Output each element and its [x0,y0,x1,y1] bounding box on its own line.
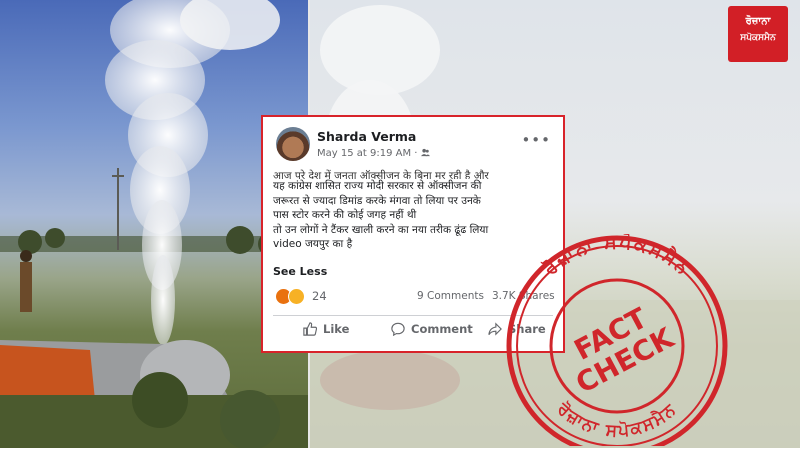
comment-label: Comment [411,322,473,336]
brand-logo: ਰੋਜ਼ਾਨਾ ਸਪੋਕਸਮੈਨ [728,6,788,62]
post-body-line: पास स्टोर करने की कोई जगह नहीं थी [273,209,417,221]
privacy-friends-icon [420,148,430,157]
svg-text:ਰੋਜ਼ਾਨਾ ਸਪੋਕਸਮੈਨ: ਰੋਜ਼ਾਨਾ ਸਪੋਕਸਮੈਨ [538,234,696,281]
reaction-count: 24 [312,289,327,303]
logo-line-1: ਰੋਜ਼ਾਨਾ [745,16,771,27]
post-meta: May 15 at 9:19 AM · [317,148,430,159]
post-author-name[interactable]: Sharda Verma [317,129,416,144]
like-button[interactable]: Like [303,322,349,336]
comment-button[interactable]: Comment [391,322,473,336]
comment-count-link[interactable]: 9 Comments [417,290,484,302]
fact-check-seal: ਰੋਜ਼ਾਨਾ ਸਪੋਕਸਮੈਨ ਰੋਜ਼ਾਨਾ ਸਪੋਕਸਮੈਨ FACT C… [506,230,728,450]
thumbs-up-icon [303,322,317,336]
more-options-icon[interactable]: ••• [521,131,551,149]
comment-icon [391,322,405,336]
like-label: Like [323,322,350,336]
reactions-summary[interactable]: 24 [275,287,327,305]
see-less-link[interactable]: See Less [273,265,327,278]
stamp-ring-top: ਰੋਜ਼ਾਨਾ ਸਪੋਕਸਮੈਨ [538,230,694,281]
post-body-line: यह कांग्रेस शासित राज्य मोदी सरकार से ऑक… [273,180,482,192]
post-body-line: जरूरत से ज्यादा डिमांड करके मंगवा तो लिय… [273,194,481,207]
fact-check-stamp: ਰੋਜ਼ਾਨਾ ਸਪੋਕਸਮੈਨ ਰੋਜ਼ਾਨਾ ਸਪੋਕਸਮੈਨ FACT C… [497,230,737,450]
logo-line-2: ਸਪੋਕਸਮੈਨ [740,33,776,43]
post-timestamp[interactable]: May 15 at 9:19 AM [317,148,411,159]
avatar[interactable] [276,127,310,161]
sad-reaction-icon [288,287,305,305]
meta-separator: · [414,148,418,159]
post-body-cut-line: आज पूरे देश में जनता ऑक्सीजन के बिना मर … [273,170,489,179]
